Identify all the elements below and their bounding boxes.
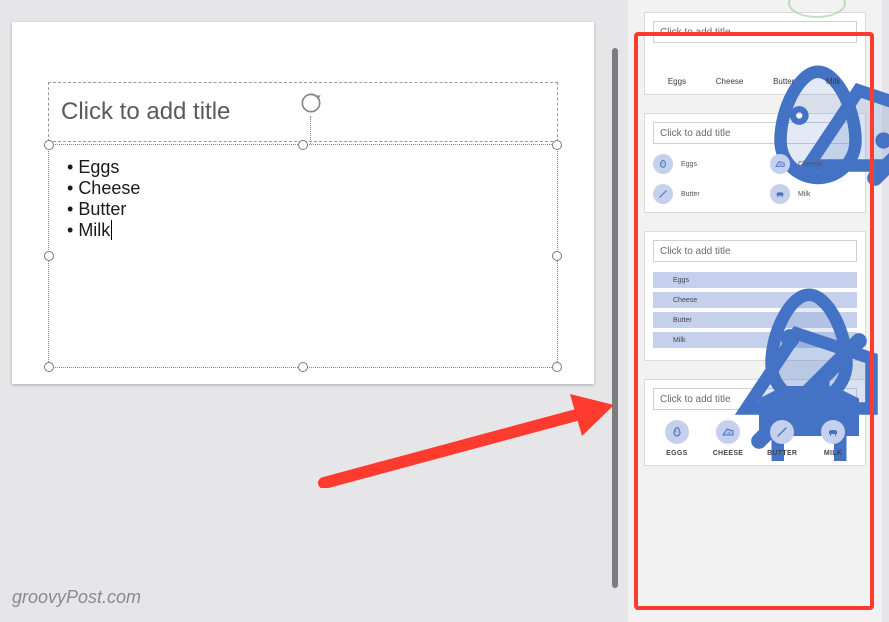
scrollbar-thumb[interactable] xyxy=(612,48,618,588)
egg-icon xyxy=(659,276,667,284)
content-placeholder[interactable]: Eggs Cheese Butter Milk xyxy=(48,144,558,368)
annotation-arrow-icon xyxy=(314,388,624,488)
design-item-label: Milk xyxy=(826,77,840,86)
butter-icon xyxy=(659,316,667,324)
design-item-label: Butter xyxy=(773,77,794,86)
design-item-label: EGGS xyxy=(666,450,687,457)
design-item-label: Butter xyxy=(673,317,692,324)
design-item: Eggs xyxy=(653,272,857,288)
butter-icon xyxy=(770,420,794,444)
egg-icon xyxy=(653,154,673,174)
design-idea-card[interactable]: Click to add title Eggs Cheese Butter Mi… xyxy=(644,231,866,361)
selection-handle[interactable] xyxy=(44,362,54,372)
selection-handle[interactable] xyxy=(44,251,54,261)
egg-icon xyxy=(668,53,686,71)
selection-handle[interactable] xyxy=(552,362,562,372)
bullet-list: Eggs Cheese Butter Milk xyxy=(67,157,539,241)
cow-icon xyxy=(659,336,667,344)
design-item: CHEESE xyxy=(713,420,744,457)
card-title-placeholder: Click to add title xyxy=(653,240,857,262)
design-item-label: Eggs xyxy=(681,161,697,168)
design-item-label: CHEESE xyxy=(713,450,744,457)
design-item: BUTTER xyxy=(767,420,797,457)
rotate-stem xyxy=(310,116,311,144)
cow-icon xyxy=(821,420,845,444)
cow-icon xyxy=(770,184,790,204)
design-item-label: Milk xyxy=(673,337,685,344)
design-item: Butter xyxy=(773,53,794,86)
design-item-label: Cheese xyxy=(798,161,822,168)
design-item-label: Eggs xyxy=(673,277,689,284)
selection-handle[interactable] xyxy=(298,362,308,372)
design-item: Eggs xyxy=(653,154,740,174)
design-item: Cheese xyxy=(770,154,857,174)
design-item: Butter xyxy=(653,184,740,204)
design-item: Milk xyxy=(770,184,857,204)
design-item: Milk xyxy=(824,53,842,86)
design-item-label: Cheese xyxy=(673,297,697,304)
rotate-handle-icon[interactable] xyxy=(298,90,324,116)
cheese-icon xyxy=(716,420,740,444)
slide-canvas[interactable]: Click to add title Eggs Cheese Butter Mi… xyxy=(12,22,594,384)
design-item: MILK xyxy=(821,420,845,457)
design-item: Cheese xyxy=(716,53,744,86)
design-item-label: Cheese xyxy=(716,77,744,86)
selection-handle[interactable] xyxy=(298,140,308,150)
list-item: Milk xyxy=(67,220,539,241)
design-item-label: MILK xyxy=(824,450,842,457)
cheese-icon xyxy=(659,296,667,304)
design-idea-card[interactable]: Click to add title Eggs Cheese Butter Mi… xyxy=(644,12,866,95)
design-item: EGGS xyxy=(665,420,689,457)
card-title-placeholder: Click to add title xyxy=(653,21,857,43)
design-item-label: Butter xyxy=(681,191,700,198)
butter-icon xyxy=(775,53,793,71)
cheese-icon xyxy=(770,154,790,174)
list-item: Butter xyxy=(67,199,539,220)
design-item-label: Eggs xyxy=(668,77,686,86)
selection-handle[interactable] xyxy=(44,140,54,150)
butter-icon xyxy=(653,184,673,204)
title-placeholder-text: Click to add title xyxy=(61,98,230,126)
design-ideas-panel: Click to add title Eggs Cheese Butter Mi… xyxy=(628,0,882,622)
cheese-icon xyxy=(721,53,739,71)
egg-icon xyxy=(665,420,689,444)
list-item: Eggs xyxy=(67,157,539,178)
list-item: Cheese xyxy=(67,178,539,199)
watermark: groovyPost.com xyxy=(12,587,141,608)
design-item-label: BUTTER xyxy=(767,450,797,457)
design-item: Eggs xyxy=(668,53,686,86)
selection-handle[interactable] xyxy=(552,251,562,261)
selection-handle[interactable] xyxy=(552,140,562,150)
design-item-label: Milk xyxy=(798,191,810,198)
cow-icon xyxy=(824,53,842,71)
